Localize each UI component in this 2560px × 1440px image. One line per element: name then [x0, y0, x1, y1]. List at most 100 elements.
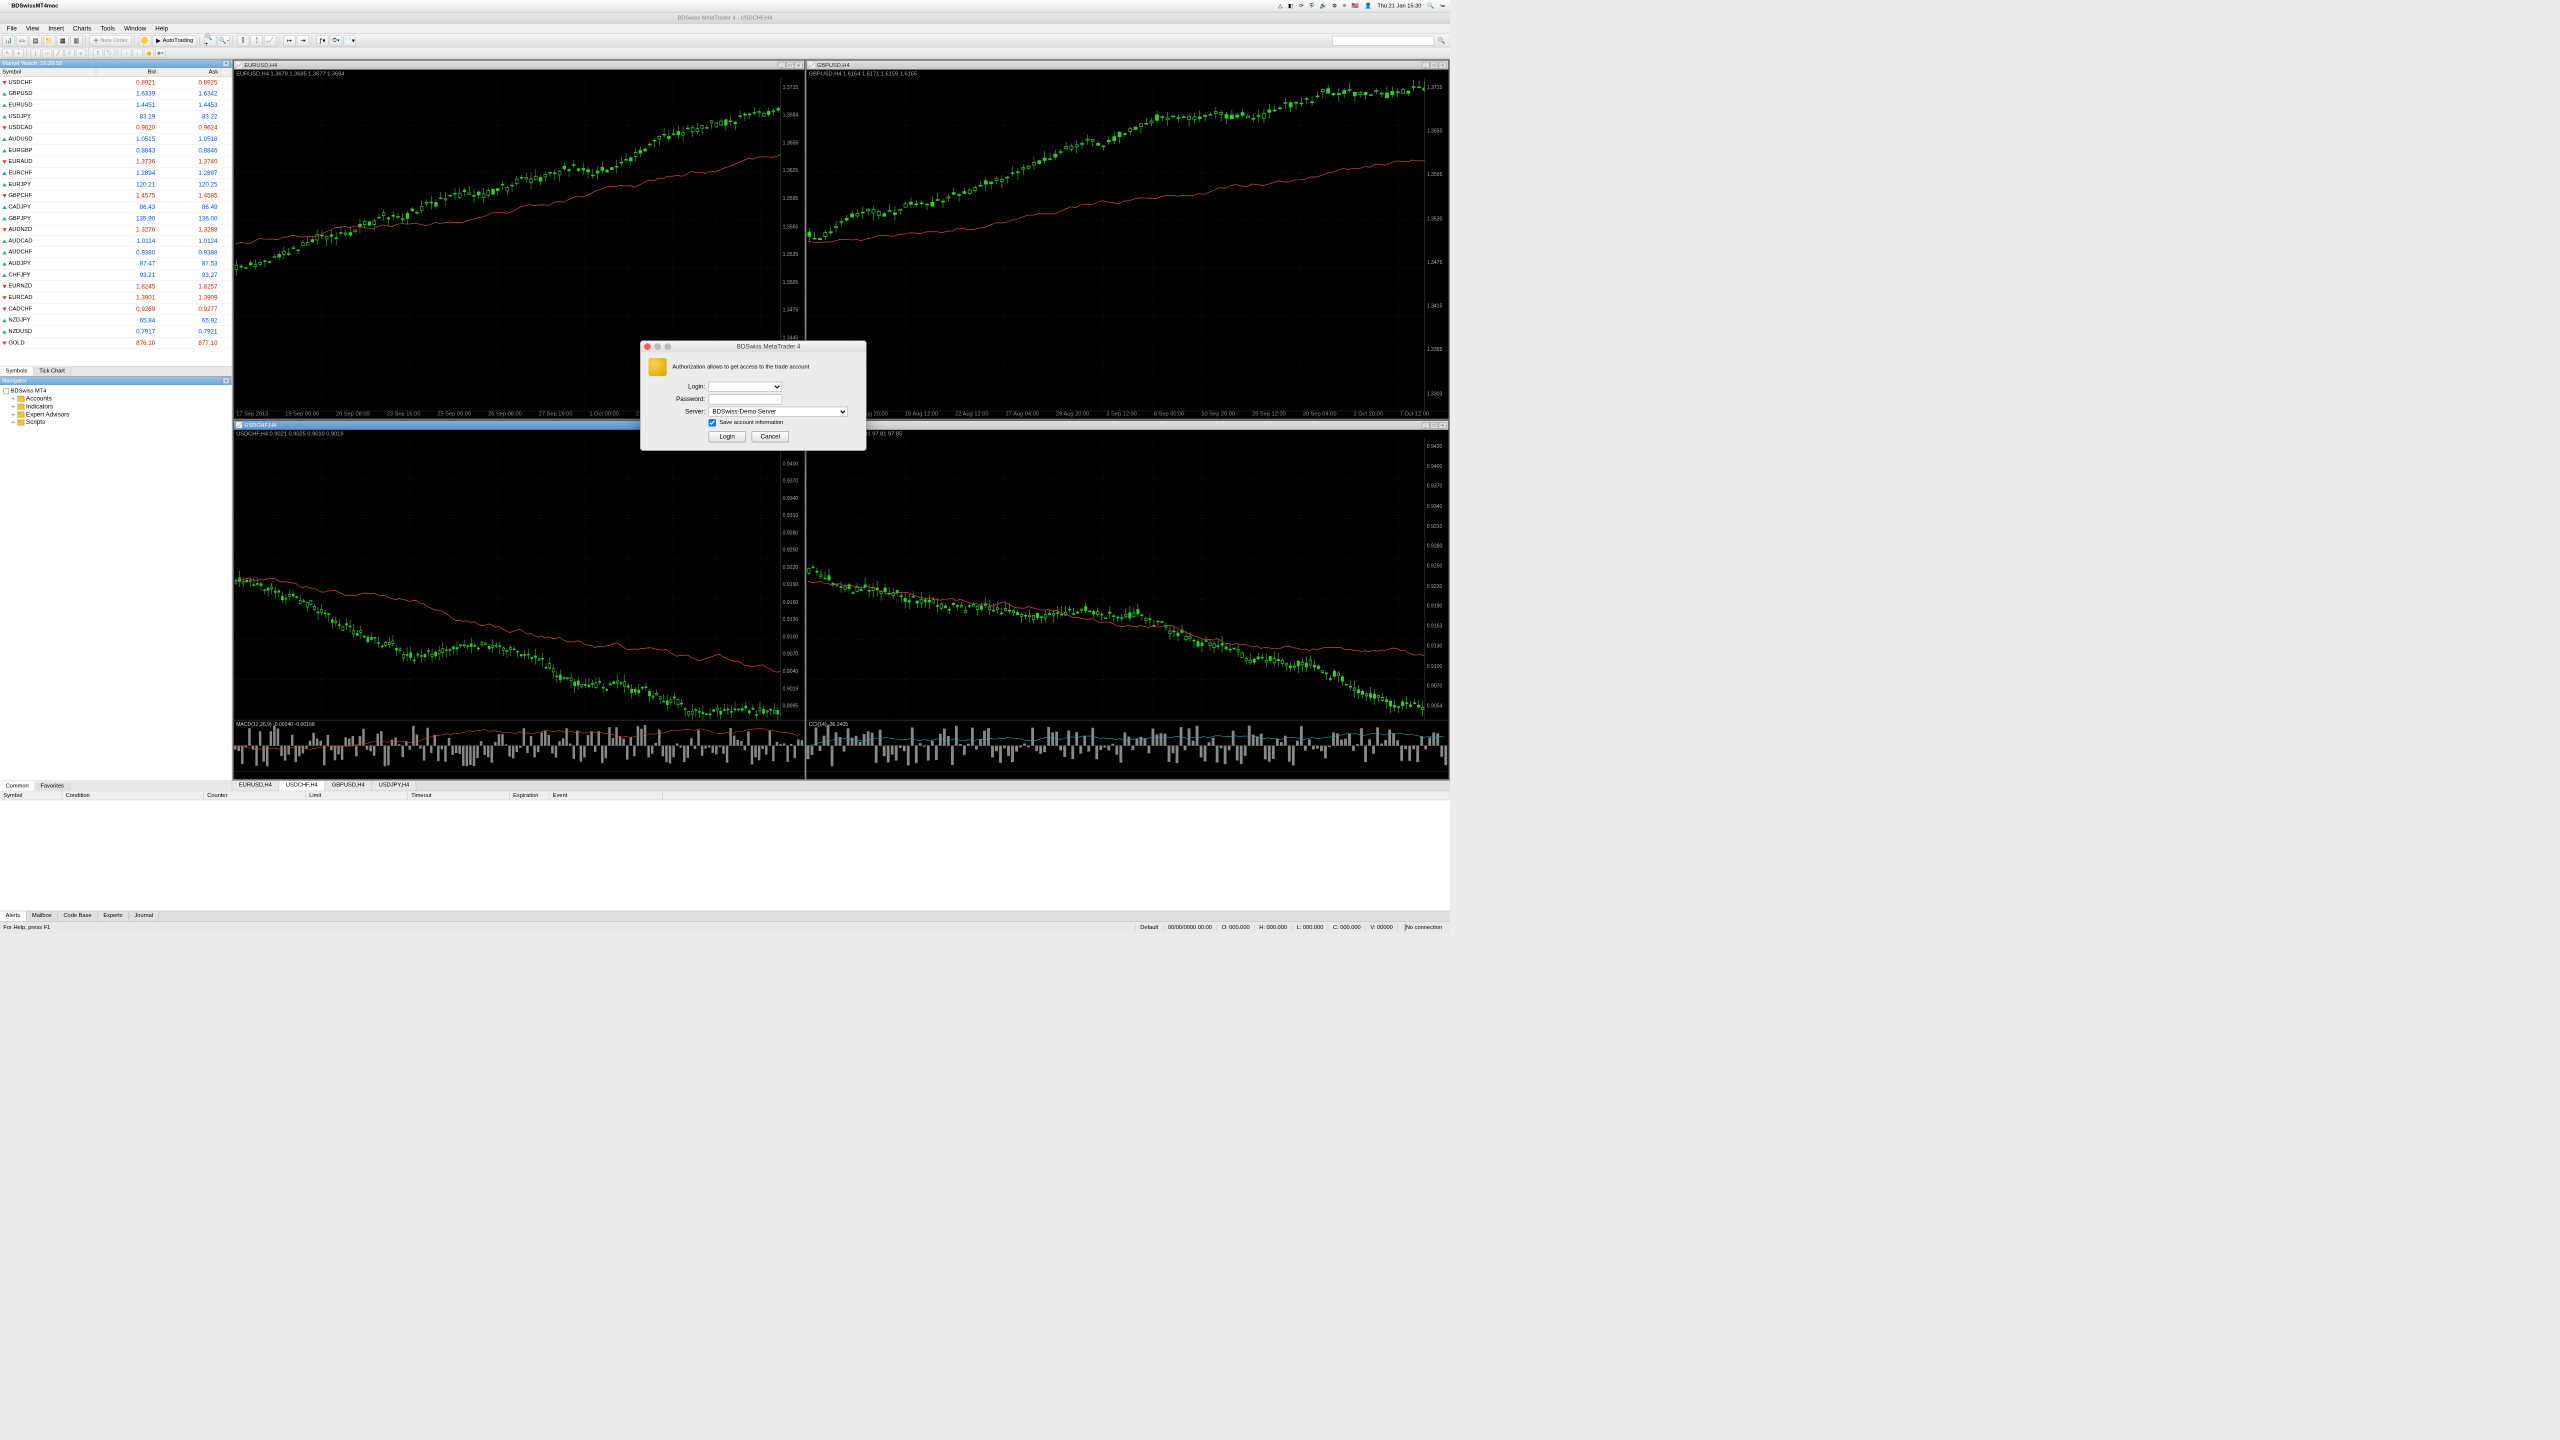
tab-favorites[interactable]: Favorites [35, 781, 70, 791]
text-tool[interactable]: T [93, 48, 103, 57]
menubar-item[interactable]: ≡ [1343, 3, 1346, 9]
market-watch-row[interactable]: AUDJPY 87.4787.53 [0, 258, 232, 269]
market-watch-row[interactable]: EURUSD 1.44511.4453 [0, 100, 232, 111]
indicators-button[interactable]: ƒ▾ [316, 35, 328, 46]
hline-tool[interactable]: — [42, 48, 52, 57]
minimize-icon[interactable]: _ [778, 62, 786, 69]
menubar-item[interactable]: 🔊 [1319, 3, 1326, 9]
market-watch-toggle[interactable]: ▤ [29, 35, 41, 46]
dialog-titlebar[interactable]: BDSwiss MetaTrader 4 [641, 341, 866, 352]
menubar-item[interactable]: ⟳ [1299, 3, 1304, 9]
market-watch-row[interactable]: EURGBP 0.88430.8846 [0, 145, 232, 156]
menubar-item[interactable]: 👤 [1365, 3, 1372, 9]
chart-tab[interactable]: EURUSD,H4 [232, 781, 279, 791]
market-watch-row[interactable]: CHFJPY 93.2193.27 [0, 270, 232, 281]
terminal-col[interactable]: Condition [62, 791, 204, 799]
save-account-checkbox[interactable] [709, 419, 716, 426]
chart-tab[interactable]: USDCHF,H4 [279, 781, 325, 791]
market-watch-row[interactable]: GBPUSD 1.63391.6342 [0, 88, 232, 99]
templates-button[interactable]: 📄▾ [343, 35, 355, 46]
tab-symbols[interactable]: Symbols [0, 366, 34, 376]
password-field[interactable] [709, 394, 783, 404]
meta-button[interactable]: 🟡 [139, 35, 151, 46]
line-chart-button[interactable]: 📈 [264, 35, 276, 46]
candle-chart-button[interactable]: 🕯 [250, 35, 262, 46]
menu-help[interactable]: Help [151, 25, 173, 32]
traffic-close-icon[interactable] [644, 343, 651, 350]
menubar-item[interactable]: 🇺🇸 [1352, 3, 1359, 9]
market-watch-row[interactable]: NZDUSD 0.79170.7921 [0, 326, 232, 337]
terminal-col[interactable]: Limit [306, 791, 408, 799]
menubar-item[interactable]: ◧ [1288, 3, 1293, 9]
market-watch-row[interactable]: AUDNZD 1.32761.3288 [0, 224, 232, 235]
terminal-body[interactable] [0, 800, 1450, 910]
maximize-icon[interactable]: □ [786, 62, 794, 69]
market-watch-row[interactable]: EURCAD 1.39011.3909 [0, 292, 232, 303]
minimize-icon[interactable]: _ [1422, 62, 1430, 69]
tab-tick-chart[interactable]: Tick Chart [34, 366, 71, 376]
market-watch-row[interactable]: GBPCHF 1.45751.4585 [0, 190, 232, 201]
periods-button[interactable]: ⏱▾ [330, 35, 342, 46]
menubar-item[interactable]: △ [1278, 3, 1282, 9]
terminal-toggle[interactable]: ▦ [57, 35, 69, 46]
terminal-tab-experts[interactable]: Experts [98, 911, 129, 921]
login-field[interactable] [709, 382, 783, 392]
menubar-item[interactable]: ⚙ [1332, 3, 1337, 9]
terminal-col[interactable]: Counter [204, 791, 306, 799]
market-watch-row[interactable]: GOLD 876.10877.10 [0, 338, 232, 349]
zoom-in-button[interactable]: 🔍+ [204, 35, 216, 46]
menubar-item[interactable]: Thu 21 Jan 15:30 [1377, 3, 1421, 9]
crosshair-tool[interactable]: + [14, 48, 24, 57]
chart-tab[interactable]: GBPUSD,H4 [325, 781, 372, 791]
bar-chart-button[interactable]: ⫿ [237, 35, 249, 46]
market-watch-row[interactable]: CADJPY 86.4386.49 [0, 202, 232, 213]
market-watch-row[interactable]: EURCHF 1.28941.2897 [0, 168, 232, 179]
maximize-icon[interactable]: □ [1430, 422, 1438, 429]
arrow-up-tool[interactable]: ↑ [121, 48, 131, 57]
new-chart-button[interactable]: 📊 [2, 35, 14, 46]
menu-file[interactable]: File [2, 25, 21, 32]
market-watch-body[interactable]: USDCHF 0.89210.8925GBPUSD 1.63391.6342EU… [0, 77, 232, 366]
zoom-out-button[interactable]: 🔍- [218, 35, 230, 46]
status-profile[interactable]: Default [1135, 924, 1163, 930]
autotrading-button[interactable]: ▶ AutoTrading [152, 35, 197, 46]
close-icon[interactable]: × [223, 60, 230, 67]
cursor-tool[interactable]: ↖ [2, 48, 12, 57]
menu-charts[interactable]: Charts [68, 25, 95, 32]
terminal-tab-code-base[interactable]: Code Base [58, 911, 98, 921]
thumbs-tool[interactable]: 👍 [144, 48, 154, 57]
menubar-item[interactable]: 🔍 [1427, 3, 1434, 9]
market-watch-row[interactable]: USDJPY 83.1983.22 [0, 111, 232, 122]
chart-titlebar[interactable]: 📈EURUSD,H4 _□× [234, 61, 804, 70]
terminal-col[interactable]: Symbol [0, 791, 62, 799]
menubar-item[interactable]: ≔ [1440, 3, 1446, 9]
login-button[interactable]: Login [709, 431, 746, 442]
chart-canvas[interactable]: 0.94300.94000.93700.93400.93100.92800.92… [806, 438, 1448, 720]
fibo-tool[interactable]: ≡ [76, 48, 86, 57]
market-watch-row[interactable]: USDCAD 0.96200.9624 [0, 122, 232, 133]
market-watch-row[interactable]: CADCHF 0.92690.9277 [0, 304, 232, 315]
label-tool[interactable]: 🏷 [104, 48, 114, 57]
market-watch-row[interactable]: GBPJPY 135.90136.00 [0, 213, 232, 224]
profiles-button[interactable]: ▭ [16, 35, 28, 46]
navigator-node[interactable]: + Expert Advisors [2, 411, 229, 419]
market-watch-row[interactable]: EURAUD 1.37361.3740 [0, 156, 232, 167]
market-watch-row[interactable]: AUDUSD 1.05151.0518 [0, 134, 232, 145]
vline-tool[interactable]: | [31, 48, 41, 57]
navigator-node[interactable]: + Accounts [2, 395, 229, 403]
search-icon[interactable]: 🔍 [1435, 35, 1447, 46]
market-watch-row[interactable]: AUDCHF 0.93800.9388 [0, 247, 232, 258]
terminal-tab-alerts[interactable]: Alerts [0, 911, 26, 921]
market-watch-row[interactable]: AUDCAD 1.01141.0124 [0, 236, 232, 247]
navigator-node[interactable]: + Scripts [2, 419, 229, 427]
navigator-toggle[interactable]: 📁 [43, 35, 55, 46]
chart-titlebar[interactable]: 📈GBPUSD,H4 _□× [806, 61, 1448, 70]
close-icon[interactable]: × [1439, 62, 1447, 69]
menu-tools[interactable]: Tools [96, 25, 120, 32]
close-icon[interactable]: × [795, 62, 803, 69]
market-watch-row[interactable]: EURJPY 120.21120.25 [0, 179, 232, 190]
menu-window[interactable]: Window [120, 25, 151, 32]
terminal-col[interactable]: Expiration [510, 791, 550, 799]
menu-view[interactable]: View [21, 25, 43, 32]
new-order-button[interactable]: ✚ New Order [89, 35, 131, 46]
